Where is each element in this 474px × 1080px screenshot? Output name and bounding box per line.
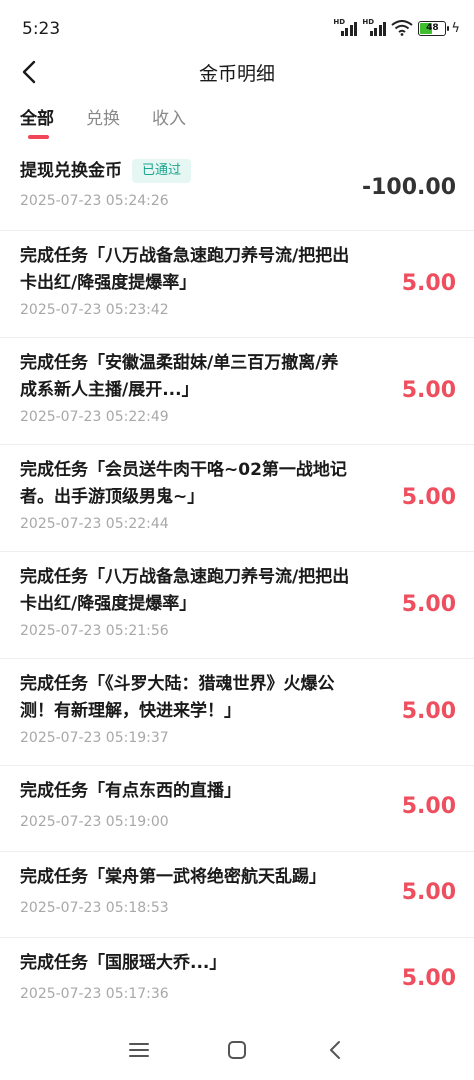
list-item: 完成任务「八万战备急速跑刀养号流/把把出卡出红/降强度提爆率」 2025-07-… [0,231,474,338]
list-item: 完成任务「国服瑶大乔...」 2025-07-23 05:17:36 5.00 [0,938,474,1024]
filter-tabs: 全部 兑换 收入 [20,104,186,129]
home-button[interactable] [222,1035,252,1065]
list-item: 提现兑换金币 已通过 2025-07-23 05:24:26 -100.00 [0,146,474,231]
record-amount: 5.00 [401,699,456,724]
record-amount: 5.00 [401,378,456,403]
record-amount: -100.00 [361,175,456,200]
status-bar: 5:23 HD HD 48 ϟ [0,0,474,56]
tab-indicator [28,135,49,139]
record-time: 2025-07-23 05:19:00 [20,814,169,830]
list-item: 完成任务「《斗罗大陆：猎魂世界》火爆公测！有新理解，快进来学！」 2025-07… [0,659,474,766]
list-item: 完成任务「安徽温柔甜妹/单三百万撤离/养成系新人主播/展开...」 2025-0… [0,338,474,445]
battery-level: 48 [426,23,439,33]
record-time: 2025-07-23 05:24:26 [20,193,169,209]
tab-exchange[interactable]: 兑换 [86,104,120,129]
status-icons: HD HD 48 ϟ [333,18,460,36]
record-amount: 5.00 [401,966,456,991]
record-amount: 5.00 [401,271,456,296]
home-square-icon [228,1041,246,1059]
list-item: 完成任务「八万战备急速跑刀养号流/把把出卡出红/降强度提爆率」 2025-07-… [0,552,474,659]
record-amount: 5.00 [401,592,456,617]
signal-icon: HD [333,18,358,36]
record-title: 完成任务「国服瑶大乔...」 [20,953,227,973]
record-amount: 5.00 [401,485,456,510]
record-amount: 5.00 [401,794,456,819]
record-time: 2025-07-23 05:18:53 [20,900,169,916]
record-title: 完成任务「八万战备急速跑刀养号流/把把出卡出红/降强度提爆率」 [20,246,350,293]
menu-icon [129,1043,149,1057]
wifi-icon [391,20,414,36]
status-time: 5:23 [22,19,61,39]
list-item: 完成任务「会员送牛肉干咯~02第一战地记者。出手游顶级男鬼~」 2025-07-… [0,445,474,552]
record-time: 2025-07-23 05:19:37 [20,730,169,746]
system-navigation-bar [0,1020,474,1080]
record-title: 完成任务「会员送牛肉干咯~02第一战地记者。出手游顶级男鬼~」 [20,460,347,507]
page-title: 金币明细 [198,63,275,85]
tab-all[interactable]: 全部 [20,104,54,129]
record-title: 完成任务「棠舟第一武将绝密航天乱踢」 [20,867,326,887]
record-title: 完成任务「八万战备急速跑刀养号流/把把出卡出红/降强度提爆率」 [20,567,350,614]
battery-icon: 48 [418,20,450,36]
record-title: 完成任务「安徽温柔甜妹/单三百万撤离/养成系新人主播/展开...」 [20,353,339,400]
record-title: 完成任务「有点东西的直播」 [20,781,241,801]
status-badge: 已通过 [132,159,192,183]
system-back-button[interactable] [320,1035,350,1065]
record-amount: 5.00 [401,880,456,905]
list-item: 完成任务「棠舟第一武将绝密航天乱踢」 2025-07-23 05:18:53 5… [0,852,474,938]
menu-button[interactable] [124,1035,154,1065]
signal-icon: HD [362,18,387,36]
charging-icon: ϟ [451,20,460,36]
records-list: 提现兑换金币 已通过 2025-07-23 05:24:26 -100.00 完成… [0,146,474,1024]
record-title-text: 提现兑换金币 [20,161,122,181]
record-time: 2025-07-23 05:21:56 [20,623,169,639]
nav-bar: 金币明细 [0,50,474,94]
list-item: 完成任务「有点东西的直播」 2025-07-23 05:19:00 5.00 [0,766,474,852]
record-time: 2025-07-23 05:17:36 [20,986,169,1002]
record-title: 提现兑换金币 已通过 [20,158,354,185]
tab-income[interactable]: 收入 [152,104,186,129]
record-time: 2025-07-23 05:22:49 [20,409,169,425]
record-time: 2025-07-23 05:23:42 [20,302,169,318]
back-triangle-icon [330,1041,340,1059]
record-title: 完成任务「《斗罗大陆：猎魂世界》火爆公测！有新理解，快进来学！」 [20,674,335,721]
record-time: 2025-07-23 05:22:44 [20,516,169,532]
